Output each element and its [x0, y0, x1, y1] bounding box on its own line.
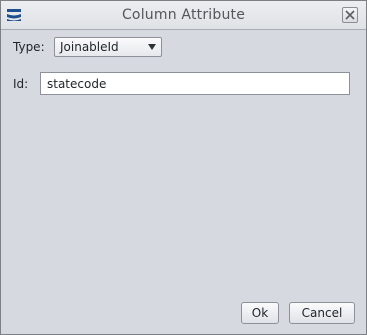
window-title: Column Attribute: [121, 7, 246, 23]
type-label: Type:: [13, 40, 45, 54]
chevron-down-icon: [148, 44, 156, 50]
close-icon: [345, 10, 355, 20]
type-select[interactable]: JoinableId: [54, 37, 162, 57]
dialog-window: Column Attribute Type: JoinableId Id: st…: [0, 0, 367, 335]
cancel-button[interactable]: Cancel: [289, 302, 355, 324]
close-button[interactable]: [342, 7, 358, 23]
title-bar: Column Attribute: [1, 1, 366, 30]
id-input-value: statecode: [47, 77, 107, 91]
id-input[interactable]: statecode: [40, 72, 350, 95]
ok-button[interactable]: Ok: [241, 302, 279, 324]
id-label: Id:: [13, 77, 29, 91]
type-select-value: JoinableId: [60, 40, 119, 54]
